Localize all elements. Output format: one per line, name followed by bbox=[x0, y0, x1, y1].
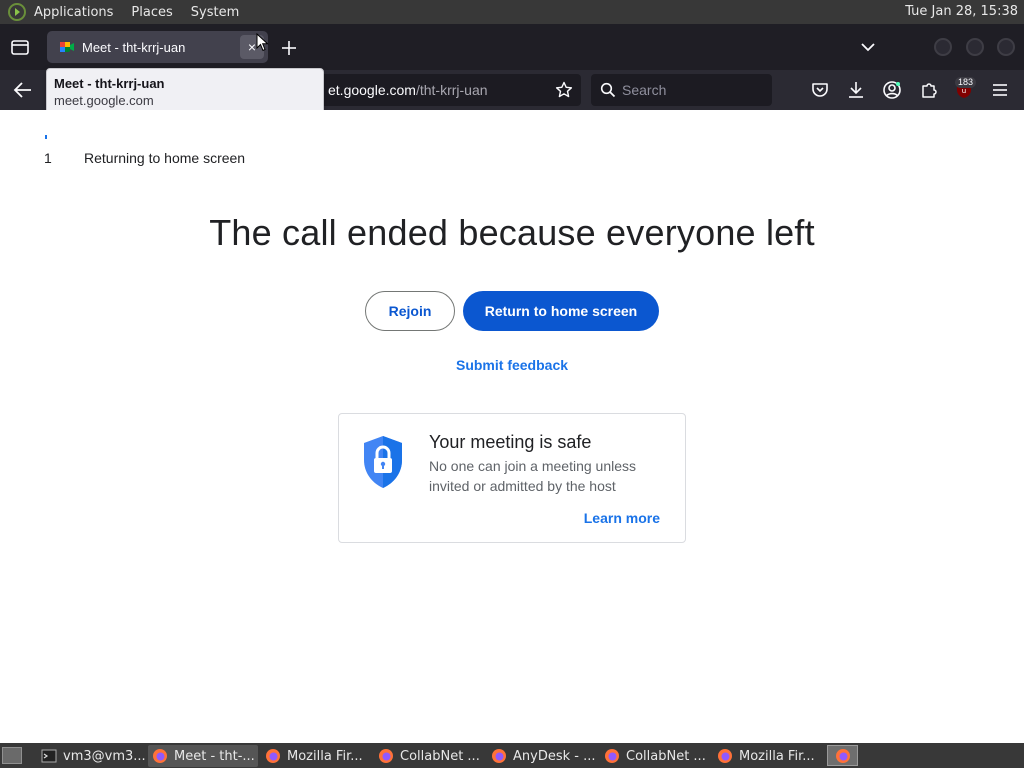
menu-places[interactable]: Places bbox=[131, 5, 172, 20]
meeting-safe-card: Your meeting is safe No one can join a m… bbox=[338, 413, 686, 543]
search-input[interactable] bbox=[622, 82, 762, 98]
page-title: The call ended because everyone left bbox=[209, 212, 815, 253]
maximize-window-button[interactable] bbox=[966, 38, 984, 56]
taskbar-item-collabnet-1[interactable]: CollabNet ... bbox=[374, 745, 484, 767]
return-home-button[interactable]: Return to home screen bbox=[463, 291, 659, 331]
firefox-icon bbox=[492, 749, 506, 763]
minimize-window-button[interactable] bbox=[934, 38, 952, 56]
distro-logo-icon[interactable] bbox=[8, 3, 26, 21]
taskbar-item-label: Mozilla Fir... bbox=[739, 748, 815, 764]
search-bar[interactable] bbox=[591, 74, 772, 106]
top-panel: Applications Places System Tue Jan 28, 1… bbox=[0, 0, 1024, 24]
taskbar-item-collabnet-2[interactable]: CollabNet ... bbox=[600, 745, 710, 767]
meet-page: 1 Returning to home screen The call ende… bbox=[0, 110, 1024, 743]
taskbar-item-firefox-selected[interactable] bbox=[827, 745, 858, 766]
firefox-icon bbox=[718, 749, 732, 763]
panel-clock[interactable]: Tue Jan 28, 15:38 bbox=[905, 4, 1018, 19]
taskbar-item-meet[interactable]: Meet - tht-... bbox=[148, 745, 258, 767]
taskbar-item-label: vm3@vm3... bbox=[63, 748, 145, 764]
new-tab-icon[interactable] bbox=[279, 38, 299, 58]
taskbar-item-label: AnyDesk - ... bbox=[513, 748, 596, 764]
safe-card-text: No one can join a meeting unless invited… bbox=[429, 458, 637, 494]
url-host: et.google.com bbox=[328, 82, 416, 98]
taskbar-item-label: Meet - tht-... bbox=[174, 748, 255, 764]
firefox-icon bbox=[266, 749, 280, 763]
url-path: /tht-krrj-uan bbox=[415, 82, 488, 98]
url-text[interactable]: et.google.com/tht-krrj-uan bbox=[328, 82, 488, 98]
tab-tooltip: Meet - tht-krrj-uan meet.google.com bbox=[46, 68, 324, 115]
firefox-icon bbox=[835, 748, 850, 763]
tooltip-title: Meet - tht-krrj-uan bbox=[54, 76, 165, 91]
redirect-countdown: 1 bbox=[44, 135, 52, 166]
account-icon[interactable] bbox=[882, 80, 902, 100]
extensions-puzzle-icon[interactable] bbox=[919, 80, 939, 100]
show-desktop-icon[interactable] bbox=[2, 747, 22, 764]
safe-card-title: Your meeting is safe bbox=[429, 432, 592, 452]
taskbar-item-firefox-1[interactable]: Mozilla Fir... bbox=[261, 745, 371, 767]
submit-feedback-link[interactable]: Submit feedback bbox=[0, 357, 1024, 373]
bottom-taskbar: vm3@vm3... Meet - tht-... Mozilla Fir...… bbox=[0, 743, 1024, 768]
tooltip-domain: meet.google.com bbox=[54, 93, 154, 108]
taskbar-item-label: Mozilla Fir... bbox=[287, 748, 363, 764]
redirect-message: Returning to home screen bbox=[84, 150, 246, 166]
countdown-number: 1 bbox=[44, 150, 52, 166]
extension-count-badge: 183 bbox=[955, 77, 977, 88]
pocket-icon[interactable] bbox=[810, 80, 830, 100]
shield-lock-icon bbox=[364, 436, 402, 488]
taskbar-item-terminal[interactable]: vm3@vm3... bbox=[37, 745, 145, 767]
firefox-view-icon[interactable] bbox=[9, 36, 31, 58]
taskbar-item-anydesk[interactable]: AnyDesk - ... bbox=[487, 745, 597, 767]
svg-text:u: u bbox=[962, 87, 966, 95]
downloads-icon[interactable] bbox=[846, 80, 866, 100]
mouse-cursor-icon bbox=[256, 33, 269, 52]
firefox-icon bbox=[605, 749, 619, 763]
tab-meet[interactable]: Meet - tht-krrj-uan × bbox=[47, 31, 268, 63]
firefox-icon bbox=[379, 749, 393, 763]
menu-system[interactable]: System bbox=[191, 5, 239, 20]
tab-title: Meet - tht-krrj-uan bbox=[82, 39, 186, 55]
terminal-icon bbox=[41, 749, 57, 763]
taskbar-item-label: CollabNet ... bbox=[400, 748, 480, 764]
taskbar-item-label: CollabNet ... bbox=[626, 748, 706, 764]
firefox-icon bbox=[153, 749, 167, 763]
google-meet-favicon-icon bbox=[60, 42, 74, 52]
back-arrow-icon[interactable] bbox=[12, 80, 34, 100]
rejoin-button[interactable]: Rejoin bbox=[365, 291, 455, 331]
taskbar-item-firefox-2[interactable]: Mozilla Fir... bbox=[713, 745, 823, 767]
learn-more-link[interactable]: Learn more bbox=[584, 510, 660, 526]
list-all-tabs-chevron-down-icon[interactable] bbox=[859, 38, 877, 56]
countdown-progress-indicator bbox=[45, 135, 47, 139]
hamburger-menu-icon[interactable] bbox=[990, 80, 1010, 100]
tab-strip: Meet - tht-krrj-uan × bbox=[0, 24, 1024, 70]
search-icon bbox=[600, 82, 616, 98]
menu-applications[interactable]: Applications bbox=[34, 5, 113, 20]
close-window-button[interactable] bbox=[997, 38, 1015, 56]
bookmark-star-icon[interactable] bbox=[555, 81, 573, 99]
